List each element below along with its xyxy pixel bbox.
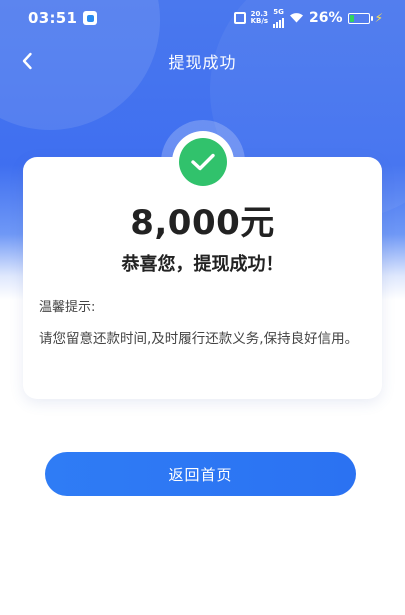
success-badge	[161, 120, 245, 204]
battery-percent: 26%	[309, 10, 343, 26]
wifi-icon	[289, 11, 304, 26]
page-title: 提现成功	[168, 53, 237, 72]
success-message: 恭喜您，提现成功！	[121, 254, 284, 275]
vibrate-icon	[233, 12, 246, 24]
tip-title: 温馨提示:	[39, 300, 96, 315]
battery-icon	[347, 12, 373, 24]
navigation-bar: 提现成功	[0, 44, 405, 78]
charging-icon: ⚡	[374, 11, 383, 25]
app-notification-icon	[83, 11, 98, 25]
return-home-button[interactable]: 返回首页	[45, 452, 356, 496]
back-button[interactable]	[14, 48, 40, 74]
status-time: 03:51	[28, 9, 78, 27]
chevron-left-icon	[22, 52, 32, 70]
tip-body: 请您留意还款时间,及时履行还款义务,保持良好信用。	[39, 331, 359, 347]
network-speed: 20.3 KB/s	[250, 10, 269, 25]
status-bar: 03:51 20.3 KB/s 5G 26% ⚡	[0, 0, 405, 36]
check-icon	[179, 138, 227, 186]
cell-signal-icon: 5G	[273, 8, 285, 28]
